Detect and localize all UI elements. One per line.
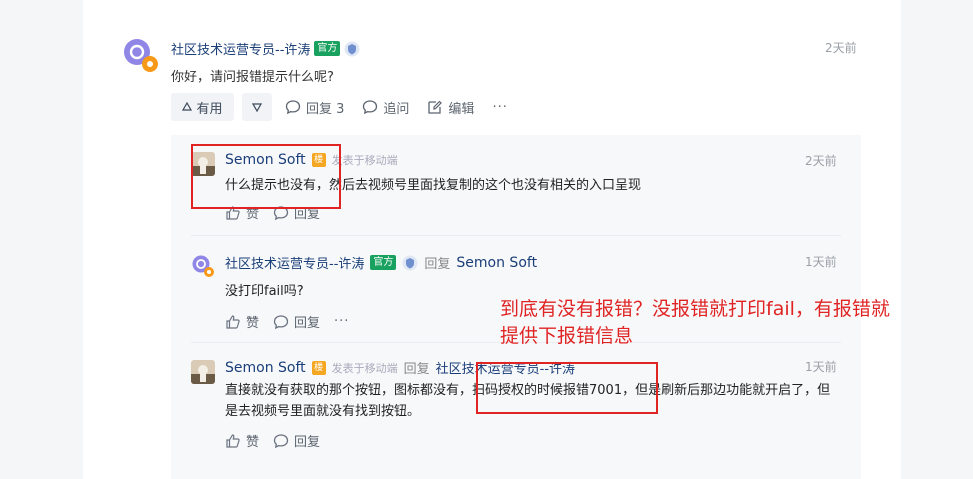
reply-time: 1天前 — [805, 255, 837, 269]
like-label: 赞 — [246, 316, 260, 331]
official-avatar-icon[interactable] — [123, 38, 159, 74]
reply-to-user[interactable]: Semon Soft — [456, 255, 537, 271]
host-badge: 楼 — [311, 360, 326, 375]
official-badge: 官方 — [370, 255, 397, 270]
reply-actions: 赞 回复 — [225, 431, 334, 450]
reply-action[interactable]: 回复 — [273, 431, 320, 450]
reply-label: 回复 — [294, 316, 321, 331]
comment-bubble-icon — [363, 100, 378, 115]
reply-to-label: 回复 — [424, 257, 451, 272]
annotation-line: 到底有没有报错？没报错就打印fail，有报错就 — [500, 298, 890, 320]
reply-action[interactable]: 回复 3 — [285, 98, 344, 117]
post-author-row: 社区技术运营专员--许涛 官方 — [171, 39, 360, 58]
comment-bubble-icon — [273, 433, 289, 448]
triangle-up-icon — [182, 102, 193, 111]
post-source: 发表于移动端 — [331, 361, 398, 375]
reply-divider — [191, 235, 841, 236]
user-avatar[interactable] — [191, 360, 215, 384]
post-source: 发表于移动端 — [331, 154, 398, 167]
reply-actions: 赞 回复 ··· — [225, 312, 363, 331]
like-label: 赞 — [246, 435, 260, 450]
upvote-label: 有用 — [196, 101, 223, 117]
post-author-name[interactable]: 社区技术运营专员--许涛 — [171, 39, 310, 58]
rank-shield-icon — [402, 255, 418, 270]
more-options-icon[interactable]: ··· — [492, 100, 507, 115]
official-avatar-icon[interactable] — [191, 254, 215, 278]
reply-author-name[interactable]: Semon Soft — [225, 360, 306, 376]
rank-shield-icon — [344, 41, 360, 56]
reply-time: 2天前 — [805, 154, 837, 168]
reply-time: 1天前 — [805, 360, 837, 374]
triangle-down-icon — [252, 103, 262, 112]
post-actions: 有用 回复 3 追问 编辑 ··· — [171, 93, 526, 121]
post-time: 2天前 — [825, 41, 857, 55]
highlight-box — [191, 144, 341, 209]
edit-pencil-icon — [428, 100, 443, 114]
avatar-photo-icon — [191, 360, 215, 384]
reply-action[interactable]: 回复 — [273, 312, 320, 331]
highlight-box — [476, 362, 658, 414]
follow-up-action[interactable]: 追问 — [362, 98, 409, 117]
thumbs-up-icon — [226, 314, 240, 329]
annotation-text: 到底有没有报错？没报错就打印fail，有报错就 提供下报错信息 — [500, 296, 960, 350]
downvote-button[interactable] — [242, 93, 272, 121]
edit-action[interactable]: 编辑 — [427, 98, 474, 117]
follow-up-label: 追问 — [383, 101, 410, 117]
reply-to-label: 回复 — [403, 362, 430, 377]
annotation-line: 提供下报错信息 — [500, 325, 634, 347]
official-badge: 官方 — [314, 41, 341, 56]
reply-label: 回复 — [294, 435, 321, 450]
comment-bubble-icon — [273, 314, 289, 329]
like-action[interactable]: 赞 — [225, 431, 259, 450]
upvote-button[interactable]: 有用 — [171, 93, 234, 121]
reply-author-name[interactable]: 社区技术运营专员--许涛 — [225, 253, 364, 272]
reply-header: 社区技术运营专员--许涛 官方 回复 Semon Soft — [225, 253, 537, 273]
edit-label: 编辑 — [448, 101, 475, 117]
reply-count-label: 回复 3 — [306, 101, 345, 117]
post-text: 你好，请问报错提示什么呢? — [171, 70, 334, 85]
more-options-icon[interactable]: ··· — [334, 314, 349, 329]
comment-bubble-icon — [285, 100, 301, 115]
like-action[interactable]: 赞 — [225, 312, 259, 331]
thumbs-up-icon — [226, 433, 240, 448]
